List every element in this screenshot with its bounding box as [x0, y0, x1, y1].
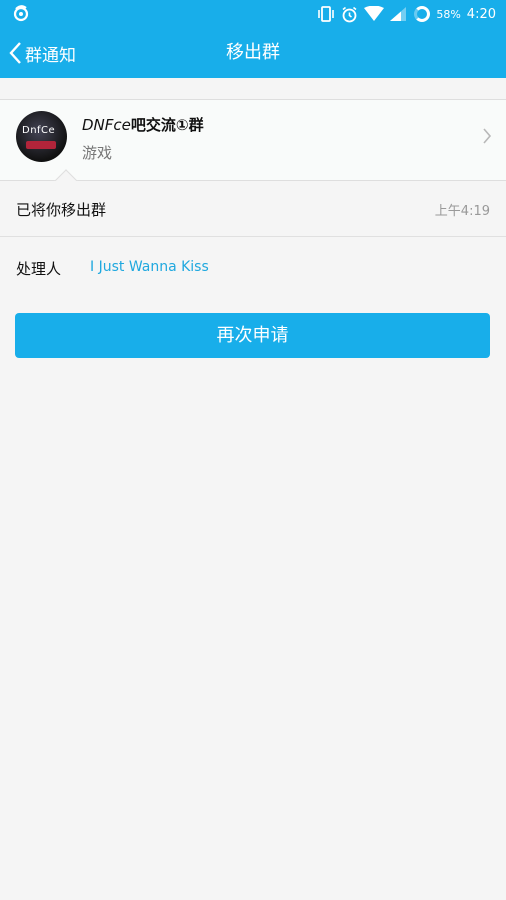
- group-name-prefix: DNFce: [82, 116, 131, 134]
- battery-percent: 58%: [436, 7, 461, 21]
- status-icons: 58% 4:20: [317, 0, 496, 28]
- app-notification-icon: [13, 5, 29, 22]
- notice-row: 已将你移出群 上午4:19: [0, 181, 506, 237]
- group-card[interactable]: DnfCe DNFce吧交流①群 游戏: [0, 99, 506, 181]
- battery-icon: [414, 6, 431, 22]
- wifi-icon: [364, 6, 385, 21]
- notice-time: 上午4:19: [434, 204, 490, 219]
- group-name-rest: 吧交流①群: [130, 116, 204, 134]
- status-bar: 58% 4:20: [0, 0, 506, 28]
- handler-label: 处理人: [16, 260, 62, 278]
- group-name: DNFce吧交流①群: [82, 114, 204, 135]
- alarm-icon: [342, 6, 357, 22]
- vibrate-icon: [318, 6, 335, 22]
- handler-row: 处理人 I Just Wanna Kiss: [0, 237, 506, 292]
- avatar-banner: [26, 141, 56, 149]
- notice-text: 已将你移出群: [16, 201, 107, 219]
- group-avatar: DnfCe: [16, 111, 67, 162]
- chevron-right-icon: [483, 128, 492, 144]
- status-time: 4:20: [466, 6, 496, 22]
- avatar-logo-text: DnfCe: [22, 125, 56, 136]
- title-bar: 群通知 移出群: [0, 28, 506, 78]
- handler-name-link[interactable]: I Just Wanna Kiss: [90, 259, 209, 275]
- page-title: 移出群: [226, 42, 280, 63]
- signal-icon: [390, 7, 407, 21]
- reapply-button[interactable]: 再次申请: [15, 313, 490, 358]
- group-category: 游戏: [82, 144, 113, 162]
